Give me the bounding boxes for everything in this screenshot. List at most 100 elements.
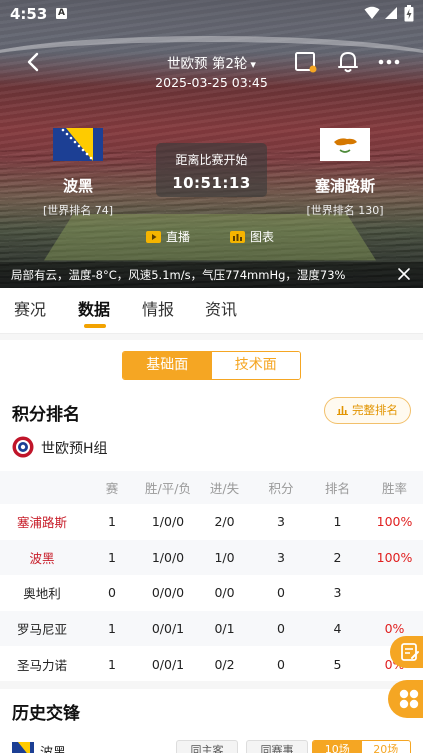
live-label: 直播 (166, 230, 191, 244)
points-cell: 0 (253, 610, 309, 647)
match-tabs: 赛况 数据 情报 资讯 (0, 288, 423, 334)
column-header: 胜率 (366, 471, 423, 504)
table-row[interactable]: 塞浦路斯 1 1/0/0 2/0 3 1 100% (0, 504, 423, 540)
bell-icon[interactable] (335, 49, 361, 75)
status-bar: 4:53 A (0, 0, 423, 28)
tab-intel[interactable]: 情报 (142, 296, 174, 320)
team-name-cell: 圣马力诺 (16, 657, 67, 673)
bosnia-flag-icon (12, 742, 34, 753)
goals-cell: 0/1 (196, 610, 253, 647)
history-filter-row: 波黑 同主客 同赛事 10场 20场 (12, 740, 423, 753)
segment-basic[interactable]: 基础面 (123, 352, 212, 379)
goals-cell: 0/2 (214, 656, 235, 672)
tab-live-status[interactable]: 赛况 (14, 296, 46, 320)
rank-cell: 1 (333, 514, 342, 530)
data-segment-control: 基础面 技术面 (122, 351, 301, 380)
table-row[interactable]: 波黑 1 1/0/0 1/0 3 2 100% (0, 539, 423, 576)
tab-news[interactable]: 资讯 (205, 296, 237, 320)
match-header: 4:53 A 世欧预 第2轮 ▾ 2025-03-25 03:45 波黑 [世界… (0, 0, 423, 288)
bosnia-flag-icon (53, 128, 103, 161)
chevron-down-icon: ▾ (250, 58, 256, 71)
wifi-icon (364, 6, 380, 19)
history-title: 历史交锋 (12, 704, 80, 724)
match-count-selector: 10场 20场 (312, 740, 411, 753)
standings-table: 赛 胜/平/负 进/失 积分 排名 胜率 塞浦路斯 1 1/0/0 2/0 3 … (0, 471, 423, 682)
win-rate-cell: 100% (376, 514, 413, 530)
home-team-name: 波黑 (62, 177, 93, 195)
away-team-rank: [世界排名 130] (306, 204, 384, 217)
column-header: 胜/平/负 (140, 471, 196, 504)
note-fab[interactable] (390, 636, 423, 668)
team-name-cell: 塞浦路斯 (16, 515, 67, 531)
column-header: 赛 (84, 471, 140, 504)
screen-icon[interactable] (293, 49, 319, 75)
away-team[interactable]: 塞浦路斯 [世界排名 130] (285, 128, 405, 218)
table-row[interactable]: 罗马尼亚 1 0/0/1 0/1 0 4 0% (0, 610, 423, 647)
column-header (0, 471, 84, 504)
status-time: 4:53 (10, 5, 48, 23)
points-cell: 3 (253, 539, 309, 576)
note-edit-icon (401, 643, 419, 661)
table-row[interactable]: 圣马力诺 1 0/0/1 0/2 0 5 0% (0, 646, 423, 682)
away-team-name: 塞浦路斯 (314, 177, 375, 195)
played-cell: 0 (108, 585, 116, 601)
wdl-cell: 1/0/0 (140, 539, 196, 576)
chart-link[interactable]: 图表 (230, 229, 274, 246)
column-header: 排名 (309, 471, 366, 504)
played-cell: 1 (108, 514, 116, 530)
twenty-matches-option[interactable]: 20场 (362, 741, 411, 753)
played-cell: 1 (84, 539, 140, 576)
wdl-cell: 0/0/1 (151, 656, 185, 672)
points-cell: 0 (277, 585, 285, 601)
segment-technical[interactable]: 技术面 (211, 352, 300, 379)
home-team-rank: [世界排名 74] (42, 204, 114, 217)
weather-text: 局部有云，温度-8°C，风速5.1m/s，气压774mmHg，湿度73% (11, 268, 346, 282)
weather-bar: 局部有云，温度-8°C，风速5.1m/s，气压774mmHg，湿度73% (0, 262, 423, 288)
live-link[interactable]: 直播 (146, 229, 190, 246)
played-cell: 1 (108, 656, 116, 672)
wdl-cell: 0/0/1 (140, 610, 196, 647)
tab-data[interactable]: 数据 (78, 296, 110, 320)
points-cell: 3 (277, 514, 285, 530)
grid-menu-icon (399, 689, 419, 709)
full-standings-button[interactable]: 完整排名 (324, 397, 411, 424)
rank-cell: 2 (309, 539, 366, 576)
rank-cell: 3 (333, 585, 342, 601)
team-name-cell: 罗马尼亚 (0, 610, 84, 647)
play-icon (146, 231, 161, 243)
goals-cell: 1/0 (196, 539, 253, 576)
group-name: 世欧预H组 (41, 441, 108, 457)
history-team-name: 波黑 (40, 742, 66, 753)
standings-title: 积分排名 (12, 405, 80, 425)
countdown-label: 距离比赛开始 (175, 153, 248, 167)
battery-icon (404, 5, 414, 22)
column-header: 积分 (253, 471, 309, 504)
wdl-cell: 0/0/0 (151, 585, 185, 601)
menu-fab[interactable] (388, 680, 423, 718)
countdown-clock: 10:51:13 (172, 174, 251, 192)
back-icon[interactable] (22, 50, 46, 74)
table-row[interactable]: 奥地利 0 0/0/0 0/0 0 3 (0, 575, 423, 611)
same-competition-chip[interactable]: 同赛事 (246, 740, 308, 753)
column-header: 进/失 (196, 471, 253, 504)
close-icon[interactable] (397, 267, 411, 281)
uefa-logo-icon (12, 436, 34, 458)
rank-cell: 4 (309, 610, 366, 647)
countdown-box: 距离比赛开始 10:51:13 (156, 143, 267, 197)
more-icon[interactable] (376, 49, 402, 75)
same-venue-chip[interactable]: 同主客 (176, 740, 238, 753)
goals-cell: 2/0 (214, 514, 235, 530)
bar-chart-icon (230, 231, 245, 243)
cyprus-flag-icon (320, 128, 370, 161)
home-team[interactable]: 波黑 [世界排名 74] (18, 128, 138, 218)
points-cell: 0 (277, 656, 285, 672)
win-rate-cell (366, 575, 423, 611)
chart-label: 图表 (250, 230, 275, 244)
round-selector[interactable]: 世欧预 第2轮 ▾ (130, 52, 293, 72)
round-title: 世欧预 第2轮 (167, 56, 248, 72)
played-cell: 1 (84, 610, 140, 647)
team-name-cell: 波黑 (0, 539, 84, 576)
bar-chart-icon (337, 406, 348, 415)
full-standings-label: 完整排名 (352, 403, 398, 417)
ten-matches-option[interactable]: 10场 (313, 741, 362, 753)
